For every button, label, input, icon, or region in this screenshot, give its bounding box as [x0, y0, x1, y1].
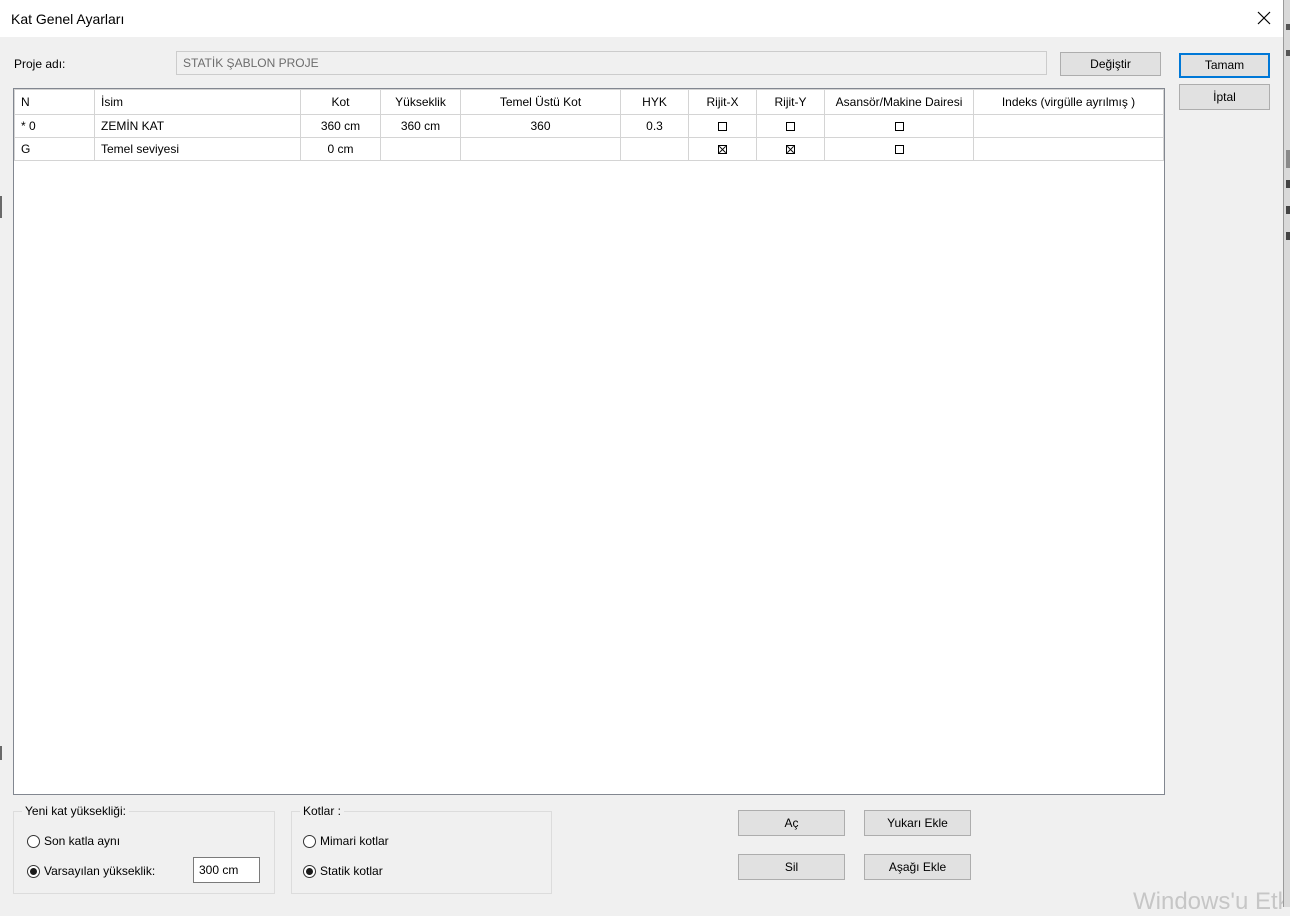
- rigid-y-checkbox[interactable]: [786, 122, 795, 132]
- cell-foundation-top[interactable]: [460, 137, 621, 161]
- cell-height[interactable]: [380, 137, 461, 161]
- rigid-x-checkbox[interactable]: [718, 122, 727, 132]
- cell-hyk[interactable]: 0.3: [620, 114, 689, 138]
- cell-kot[interactable]: 0 cm: [300, 137, 381, 161]
- cell-rigid-x[interactable]: [688, 137, 757, 161]
- cell-rigid-x[interactable]: [688, 114, 757, 138]
- cell-elevator[interactable]: [824, 114, 974, 138]
- table-row[interactable]: G Temel seviyesi 0 cm: [14, 137, 1164, 161]
- windows-activation-watermark: Windows'u Etk: [1133, 888, 1283, 915]
- cell-name[interactable]: Temel seviyesi: [94, 137, 301, 161]
- table-row[interactable]: * 0 ZEMİN KAT 360 cm 360 cm 360 0.3: [14, 114, 1164, 138]
- background-window-edge-left-2: [0, 746, 2, 760]
- rigid-y-checkbox[interactable]: [786, 145, 795, 155]
- project-name-field: STATİK ŞABLON PROJE: [176, 51, 1047, 75]
- open-button[interactable]: Aç: [738, 810, 845, 836]
- background-window-edge-left: [0, 196, 2, 218]
- project-name-label: Proje adı:: [14, 57, 66, 71]
- static-levels-option[interactable]: Statik kotlar: [303, 864, 383, 878]
- architectural-levels-option[interactable]: Mimari kotlar: [303, 834, 389, 848]
- cell-index[interactable]: [973, 137, 1164, 161]
- cell-index[interactable]: [973, 114, 1164, 138]
- cell-name[interactable]: ZEMİN KAT: [94, 114, 301, 138]
- window-title: Kat Genel Ayarları: [11, 11, 125, 27]
- cell-rigid-y[interactable]: [756, 137, 825, 161]
- cell-elevator[interactable]: [824, 137, 974, 161]
- column-header-height[interactable]: Yükseklik: [380, 89, 461, 115]
- column-header-rigid-x[interactable]: Rijit-X: [688, 89, 757, 115]
- rigid-x-checkbox[interactable]: [718, 145, 727, 155]
- cell-rigid-y[interactable]: [756, 114, 825, 138]
- cell-height[interactable]: 360 cm: [380, 114, 461, 138]
- levels-title: Kotlar :: [300, 804, 345, 818]
- architectural-levels-radio[interactable]: [303, 834, 316, 848]
- close-icon: [1257, 11, 1271, 25]
- floors-grid[interactable]: N İsim Kot Yükseklik Temel Üstü Kot HYK …: [13, 88, 1165, 795]
- default-height-label: Varsayılan yükseklik:: [44, 864, 156, 878]
- default-height-option[interactable]: Varsayılan yükseklik:: [27, 864, 155, 878]
- column-header-elevator[interactable]: Asansör/Makine Dairesi: [824, 89, 974, 115]
- change-button[interactable]: Değiştir: [1060, 52, 1161, 76]
- column-header-n[interactable]: N: [14, 89, 95, 115]
- elevator-checkbox[interactable]: [894, 122, 904, 132]
- column-header-hyk[interactable]: HYK: [620, 89, 689, 115]
- elevator-checkbox[interactable]: [894, 145, 904, 155]
- column-header-foundation-top[interactable]: Temel Üstü Kot: [460, 89, 621, 115]
- levels-group: Kotlar :: [291, 804, 552, 894]
- static-levels-label: Statik kotlar: [320, 864, 383, 878]
- column-header-kot[interactable]: Kot: [300, 89, 381, 115]
- new-floor-height-title: Yeni kat yüksekliği:: [22, 804, 129, 818]
- column-header-rigid-y[interactable]: Rijit-Y: [756, 89, 825, 115]
- close-button[interactable]: [1248, 4, 1280, 32]
- background-window-edge: [1283, 0, 1290, 907]
- same-as-last-floor-option[interactable]: Son katla aynı: [27, 834, 120, 848]
- cell-n[interactable]: G: [14, 137, 95, 161]
- floors-table: N İsim Kot Yükseklik Temel Üstü Kot HYK …: [14, 89, 1164, 161]
- same-as-last-floor-label: Son katla aynı: [44, 834, 121, 848]
- ok-button[interactable]: Tamam: [1179, 53, 1270, 78]
- add-below-button[interactable]: Aşağı Ekle: [864, 854, 971, 880]
- cell-n[interactable]: * 0: [14, 114, 95, 138]
- cell-hyk[interactable]: [620, 137, 689, 161]
- cell-kot[interactable]: 360 cm: [300, 114, 381, 138]
- cancel-button[interactable]: İptal: [1179, 84, 1270, 110]
- delete-button[interactable]: Sil: [738, 854, 845, 880]
- architectural-levels-label: Mimari kotlar: [320, 834, 389, 848]
- cell-foundation-top[interactable]: 360: [460, 114, 621, 138]
- same-as-last-floor-radio[interactable]: [27, 834, 40, 848]
- static-levels-radio[interactable]: [303, 864, 316, 878]
- title-bar: Kat Genel Ayarları: [0, 0, 1290, 37]
- default-height-input[interactable]: 300 cm: [193, 857, 260, 883]
- column-header-index[interactable]: Indeks (virgülle ayrılmış ): [973, 89, 1164, 115]
- add-above-button[interactable]: Yukarı Ekle: [864, 810, 971, 836]
- table-header-row: N İsim Kot Yükseklik Temel Üstü Kot HYK …: [14, 89, 1164, 115]
- column-header-name[interactable]: İsim: [94, 89, 301, 115]
- default-height-radio[interactable]: [27, 864, 40, 878]
